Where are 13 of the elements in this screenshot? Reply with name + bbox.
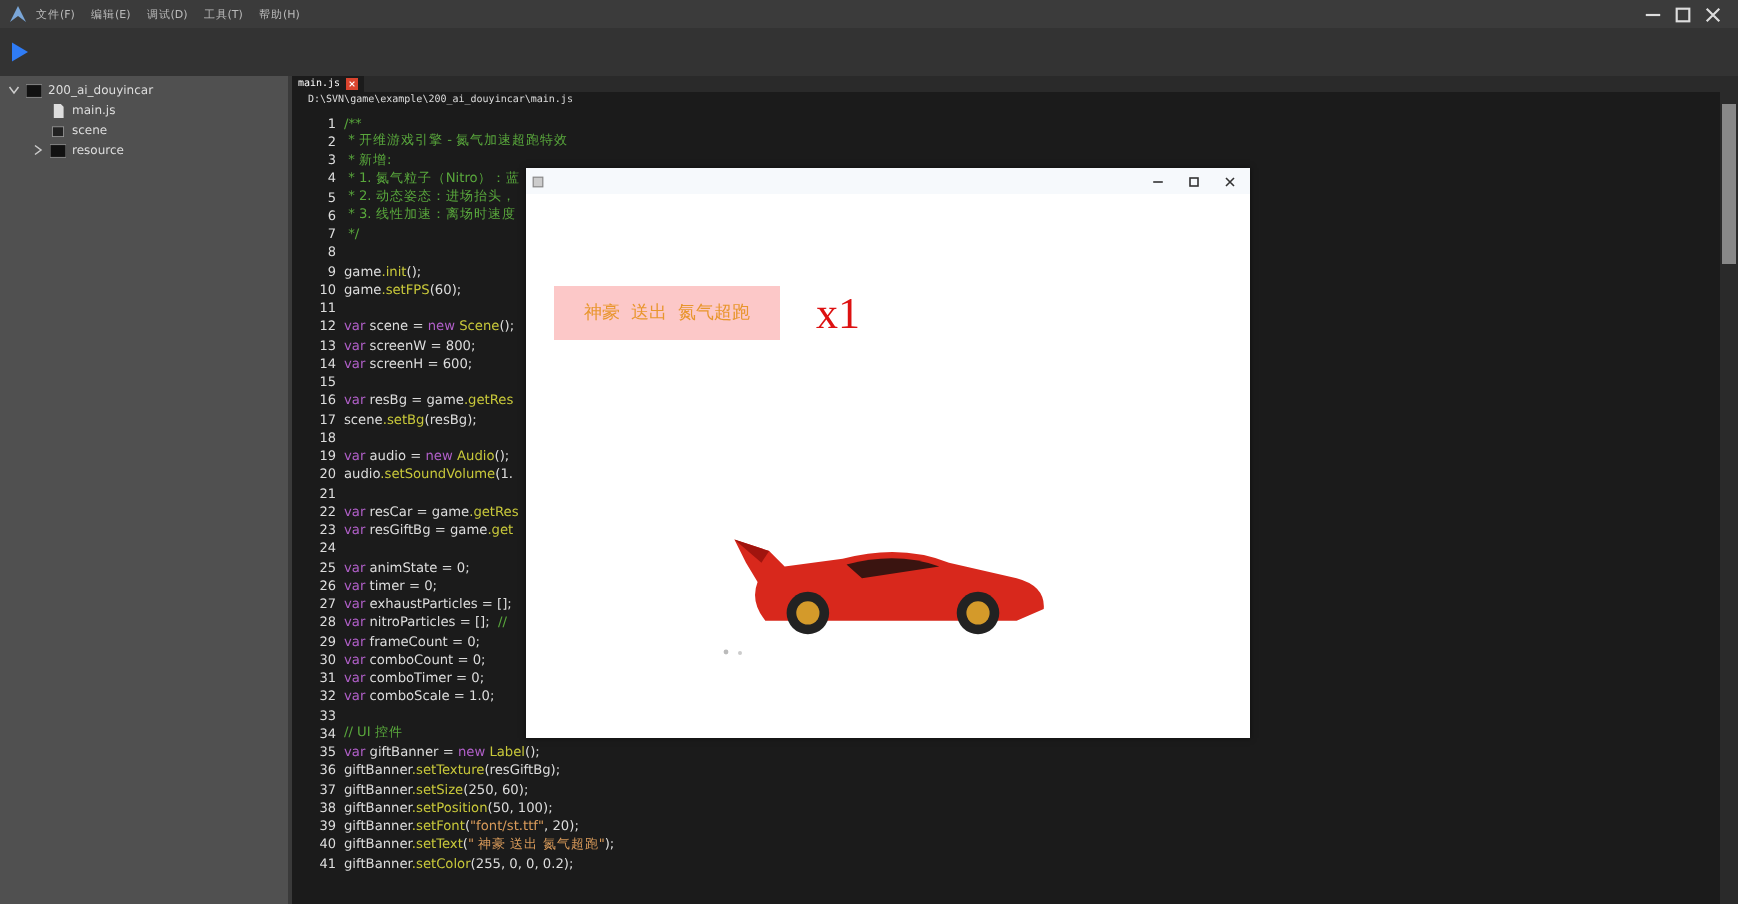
- particle-dots-icon: [722, 648, 746, 656]
- combo-count: x1: [816, 287, 860, 339]
- maximize-icon[interactable]: [1186, 173, 1202, 189]
- scrollbar-thumb[interactable]: [1722, 104, 1736, 264]
- app-logo-icon: [8, 4, 28, 24]
- scene-icon: [50, 123, 66, 137]
- play-icon[interactable]: [12, 42, 28, 62]
- file-icon: [50, 103, 66, 117]
- project-icon: [50, 143, 66, 157]
- gift-banner: 神豪 送出 氮气超跑: [554, 286, 780, 340]
- close-icon[interactable]: [1222, 173, 1238, 189]
- project-icon: [26, 83, 42, 97]
- window-icon: [532, 175, 544, 187]
